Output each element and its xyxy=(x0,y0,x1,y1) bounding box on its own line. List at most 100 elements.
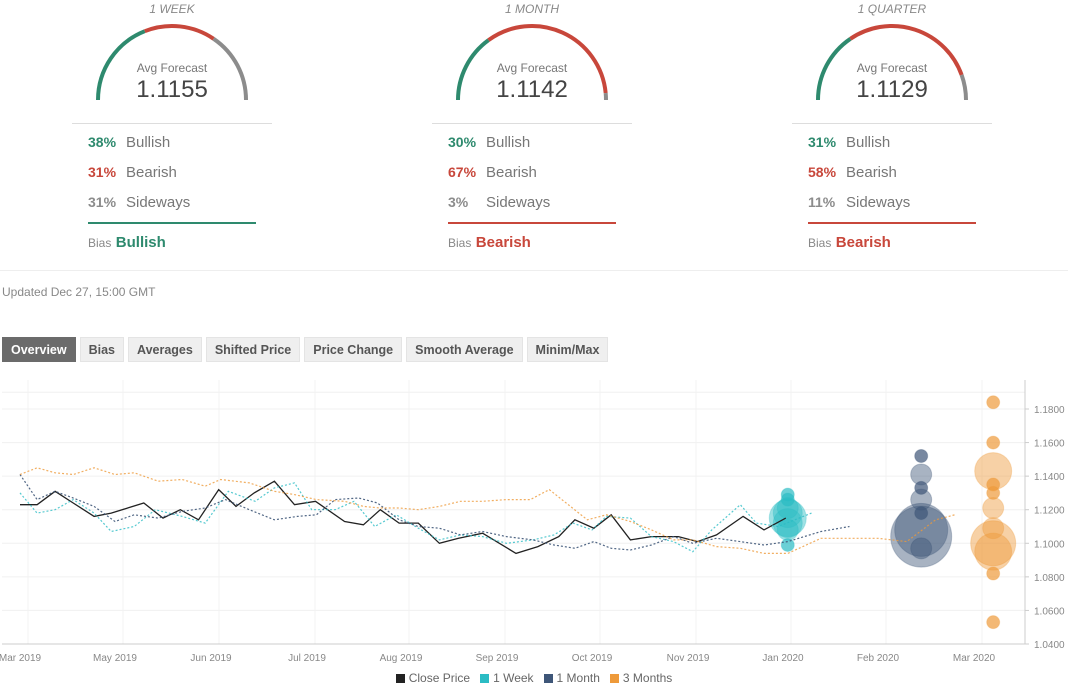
legend-item-1-month[interactable]: 1 Month xyxy=(543,671,600,685)
bullish-pct: 30% xyxy=(448,134,477,150)
x-tick-label: Sep 2019 xyxy=(476,653,519,664)
sideways-label: Sideways xyxy=(486,194,551,211)
x-tick-label: Jul 2019 xyxy=(288,653,326,664)
legend-item-1-week[interactable]: 1 Week xyxy=(480,671,534,685)
forecast-bubble-3-months[interactable] xyxy=(982,497,1005,520)
x-tick-label: Mar 2019 xyxy=(0,653,42,664)
sideways-pct: 31% xyxy=(88,194,117,210)
y-tick-label: 1.1600 xyxy=(1034,439,1065,450)
bullish-row: 30% Bullish xyxy=(448,134,530,154)
avg-forecast-value: 1.1155 xyxy=(136,76,208,103)
forecast-period: 1 WEEK xyxy=(149,2,195,16)
legend-label: 3 Months xyxy=(622,671,673,685)
bias-label: Bias xyxy=(88,236,112,250)
bullish-pct: 31% xyxy=(808,134,837,150)
legend-label: 1 Week xyxy=(493,671,534,685)
bullish-label: Bullish xyxy=(486,134,531,151)
forecast-bubble-3-months[interactable] xyxy=(974,532,1013,571)
forecast-bubble-1-month[interactable] xyxy=(914,449,929,463)
tab-shifted-price[interactable]: Shifted Price xyxy=(205,337,301,362)
bearish-label: Bearish xyxy=(486,164,537,181)
x-tick-label: Feb 2020 xyxy=(857,653,900,664)
series-line-1-week xyxy=(19,482,812,553)
series-line-3-months xyxy=(19,467,955,554)
bias-value: Bearish xyxy=(475,234,531,251)
bias-row: Bias Bearish xyxy=(448,234,531,252)
legend-item-3-months[interactable]: 3 Months xyxy=(609,671,673,685)
y-tick-label: 1.0800 xyxy=(1034,573,1065,584)
sideways-row: 31% Sideways xyxy=(88,194,190,214)
y-tick-label: 1.1800 xyxy=(1034,405,1065,416)
forecast-period: 1 QUARTER xyxy=(857,2,927,16)
bias-value: Bullish xyxy=(115,234,166,251)
forecast-period: 1 MONTH xyxy=(505,2,559,16)
legend-label: Close Price xyxy=(408,671,471,685)
divider xyxy=(792,123,992,124)
bias-label: Bias xyxy=(448,236,472,250)
x-tick-label: Oct 2019 xyxy=(572,653,613,664)
legend-label: 1 Month xyxy=(556,671,600,685)
bias-rule xyxy=(808,222,976,224)
bearish-pct: 67% xyxy=(448,164,477,180)
bias-rule xyxy=(448,222,616,224)
avg-forecast-value: 1.1129 xyxy=(856,76,928,103)
bias-rule xyxy=(88,222,256,224)
bearish-label: Bearish xyxy=(126,164,177,181)
bullish-row: 38% Bullish xyxy=(88,134,170,154)
forecast-bubble-3-months[interactable] xyxy=(986,395,1001,410)
bias-label: Bias xyxy=(808,236,832,250)
legend-swatch xyxy=(609,674,619,683)
sideways-pct: 3% xyxy=(448,194,469,210)
y-tick-label: 1.0400 xyxy=(1034,640,1065,651)
gauge-bearish-arc xyxy=(144,24,215,41)
chart-legend: Close Price 1 Week 1 Month 3 Months xyxy=(0,671,1068,685)
legend-swatch xyxy=(480,674,490,683)
avg-forecast-label: Avg Forecast xyxy=(856,61,928,75)
tab-overview[interactable]: Overview xyxy=(2,337,76,362)
bearish-pct: 58% xyxy=(808,164,837,180)
avg-forecast-label: Avg Forecast xyxy=(136,61,208,75)
tab-smooth-average[interactable]: Smooth Average xyxy=(406,337,523,362)
forecast-bubble-1-week[interactable] xyxy=(780,537,795,552)
series-line-close-price xyxy=(20,480,787,555)
bullish-row: 31% Bullish xyxy=(808,134,890,154)
tab-bias[interactable]: Bias xyxy=(79,337,124,362)
forecast-bubble-3-months[interactable] xyxy=(986,615,1001,630)
bias-value: Bearish xyxy=(835,234,891,251)
avg-forecast-value: 1.1142 xyxy=(496,76,568,103)
y-tick-label: 1.1000 xyxy=(1034,539,1065,550)
bearish-row: 31% Bearish xyxy=(88,164,177,184)
sideways-pct: 11% xyxy=(808,194,836,210)
tab-minim-max[interactable]: Minim/Max xyxy=(526,337,609,362)
x-tick-label: Jun 2019 xyxy=(190,653,232,664)
x-tick-label: Mar 2020 xyxy=(953,653,996,664)
updated-timestamp: Updated Dec 27, 15:00 GMT xyxy=(2,285,156,299)
bullish-pct: 38% xyxy=(88,134,117,150)
section-divider xyxy=(0,270,1068,271)
sideways-row: 11% Sideways xyxy=(808,194,910,214)
bearish-pct: 31% xyxy=(88,164,117,180)
forecast-bubble-3-months[interactable] xyxy=(986,435,1001,450)
tab-averages[interactable]: Averages xyxy=(128,337,202,362)
forecast-bubble-1-month[interactable] xyxy=(910,537,933,560)
forecast-bubble-3-months[interactable] xyxy=(986,566,1001,581)
legend-swatch xyxy=(543,674,553,683)
x-tick-label: May 2019 xyxy=(93,653,137,664)
divider xyxy=(432,123,632,124)
legend-item-close-price[interactable]: Close Price xyxy=(395,671,471,685)
tab-price-change[interactable]: Price Change xyxy=(304,337,403,362)
y-tick-label: 1.0600 xyxy=(1034,606,1065,617)
legend-swatch xyxy=(395,674,405,683)
forecast-chart: 1.0400 1.0600 1.0800 1.1000 1.1200 1.1400 1.16… xyxy=(0,380,1065,664)
bias-row: Bias Bullish xyxy=(88,234,166,252)
bearish-row: 58% Bearish xyxy=(808,164,897,184)
x-tick-label: Nov 2019 xyxy=(667,653,710,664)
sideways-label: Sideways xyxy=(846,194,911,211)
chart-tabs: Overview Bias Averages Shifted Price Price C… xyxy=(2,337,609,362)
x-tick-label: Aug 2019 xyxy=(380,653,423,664)
bearish-label: Bearish xyxy=(846,164,897,181)
sideways-row: 3% Sideways xyxy=(448,194,550,214)
bullish-label: Bullish xyxy=(846,134,891,151)
x-tick-label: Jan 2020 xyxy=(762,653,804,664)
avg-forecast-label: Avg Forecast xyxy=(496,61,568,75)
